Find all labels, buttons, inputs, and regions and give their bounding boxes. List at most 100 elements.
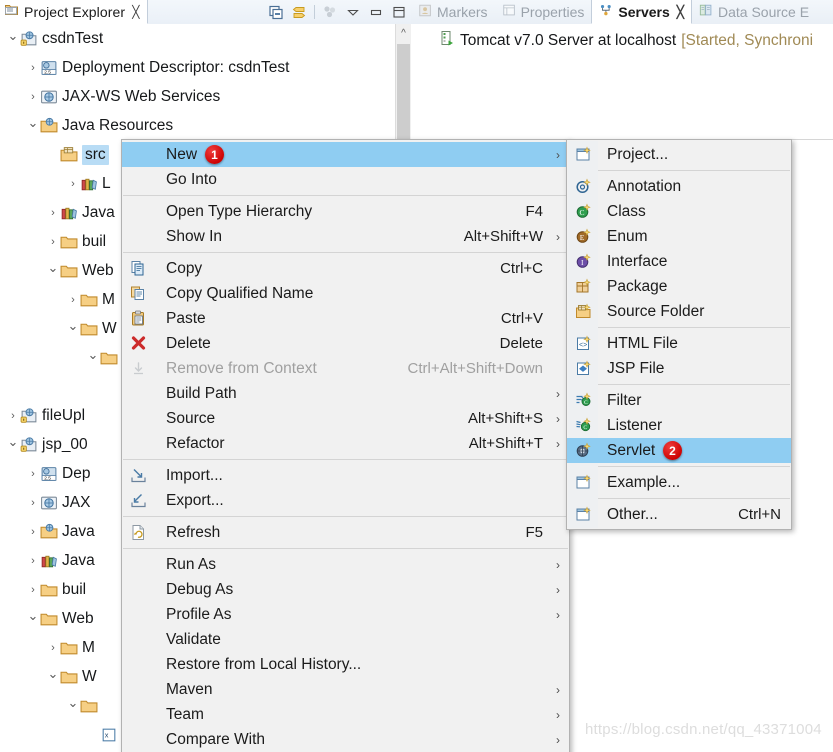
chevron-right-icon[interactable]: ›	[26, 497, 40, 509]
tab-data-source-e[interactable]: Data Source E	[692, 0, 816, 24]
tree-item-label: W	[82, 667, 97, 685]
tree-item-label: M	[102, 290, 115, 308]
menu-item-copy-qualified-name[interactable]: Copy Qualified Name	[122, 281, 569, 306]
toolbar-divider	[314, 5, 315, 19]
tab-markers[interactable]: Markers	[411, 0, 495, 24]
menu-item-refactor[interactable]: Refactor Alt+Shift+T ›	[122, 431, 569, 456]
menu-item-validate[interactable]: Validate	[122, 627, 569, 652]
tree-item[interactable]: ⌄ Java Resources	[0, 111, 396, 140]
menu-item-class[interactable]: C Class	[567, 199, 791, 224]
view-menu-icon[interactable]	[322, 4, 338, 20]
chevron-right-icon[interactable]: ›	[26, 584, 40, 596]
menu-item-project[interactable]: Project...	[567, 142, 791, 167]
menu-item-source[interactable]: Source Alt+Shift+S ›	[122, 406, 569, 431]
chevron-down-icon[interactable]: ⌄	[66, 318, 80, 334]
menu-item-interface[interactable]: I Interface	[567, 249, 791, 274]
maximize-icon[interactable]	[391, 4, 407, 20]
chevron-down-icon[interactable]: ⌄	[26, 115, 40, 131]
menu-item-compare-with[interactable]: Compare With ›	[122, 727, 569, 752]
menu-item-delete[interactable]: Delete Delete	[122, 331, 569, 356]
menu-item-debug-as[interactable]: Debug As ›	[122, 577, 569, 602]
chevron-right-icon[interactable]: ›	[66, 178, 80, 190]
tree-item[interactable]: › JAX-WS Web Services	[0, 82, 396, 111]
submenu-arrow-icon: ›	[556, 147, 560, 162]
menu-item-maven[interactable]: Maven ›	[122, 677, 569, 702]
menu-item-package[interactable]: Package	[567, 274, 791, 299]
chevron-right-icon[interactable]: ›	[46, 207, 60, 219]
chevron-down-icon[interactable]	[345, 4, 361, 20]
new-annotation-icon	[575, 178, 592, 195]
chevron-down-icon[interactable]: ⌄	[6, 28, 20, 44]
tree-item[interactable]: › 2.5 Deployment Descriptor: csdnTest	[0, 53, 396, 82]
menu-item-label: Go Into	[166, 170, 217, 188]
chevron-right-icon[interactable]: ›	[46, 236, 60, 248]
menu-item-export[interactable]: Export...	[122, 488, 569, 513]
menu-item-copy[interactable]: Copy Ctrl+C	[122, 256, 569, 281]
folder-icon	[40, 581, 58, 599]
java-web-project-icon	[20, 436, 38, 454]
menu-item-jsp-file[interactable]: JSP File	[567, 356, 791, 381]
menu-item-other[interactable]: Other... Ctrl+N	[567, 502, 791, 527]
folder-icon	[60, 262, 78, 280]
collapse-all-icon[interactable]	[268, 4, 284, 20]
menu-item-new[interactable]: New › 1	[122, 142, 569, 167]
menu-item-servlet[interactable]: Servlet 2	[567, 438, 791, 463]
tab-project-explorer[interactable]: Project Explorer ╳	[0, 0, 149, 24]
close-icon[interactable]: ╳	[132, 6, 139, 18]
menu-item-build-path[interactable]: Build Path ›	[122, 381, 569, 406]
chevron-right-icon[interactable]: ›	[26, 555, 40, 567]
menu-item-restore-from-local-history[interactable]: Restore from Local History...	[122, 652, 569, 677]
export-icon	[130, 492, 147, 509]
menu-item-html-file[interactable]: <> HTML File	[567, 331, 791, 356]
chevron-right-icon[interactable]: ›	[26, 526, 40, 538]
menu-item-label: Filter	[607, 391, 642, 409]
chevron-down-icon[interactable]: ⌄	[66, 695, 80, 711]
chevron-right-icon[interactable]: ›	[66, 294, 80, 306]
tree-item[interactable]: ⌄ csdnTest	[0, 24, 396, 53]
libraries-icon	[80, 175, 98, 193]
tree-item-label: Dep	[62, 464, 91, 482]
chevron-down-icon[interactable]: ⌄	[26, 608, 40, 624]
scroll-up-icon[interactable]: ^	[396, 26, 411, 42]
menu-item-team[interactable]: Team ›	[122, 702, 569, 727]
link-with-editor-icon[interactable]	[291, 4, 307, 20]
svg-text:2.5: 2.5	[44, 69, 51, 75]
close-icon[interactable]: ╳	[677, 6, 684, 18]
menu-separator	[123, 459, 568, 460]
menu-item-filter[interactable]: C Filter	[567, 388, 791, 413]
menu-item-example[interactable]: Example...	[567, 470, 791, 495]
chevron-right-icon[interactable]: ›	[26, 468, 40, 480]
menu-item-enum[interactable]: E Enum	[567, 224, 791, 249]
folder-icon	[60, 668, 78, 686]
new-servlet-icon	[575, 442, 592, 459]
tree-item-label: Java	[62, 522, 95, 540]
chevron-right-icon[interactable]: ›	[6, 410, 20, 422]
new-submenu[interactable]: Project... Annotation C Class E Enum I Interfac…	[566, 139, 792, 530]
menu-item-import[interactable]: Import...	[122, 463, 569, 488]
java-web-project-icon	[20, 407, 38, 425]
menu-item-listener[interactable]: C Listener	[567, 413, 791, 438]
chevron-down-icon[interactable]: ⌄	[86, 347, 100, 363]
minimize-icon[interactable]	[368, 4, 384, 20]
menu-item-paste[interactable]: Paste Ctrl+V	[122, 306, 569, 331]
menu-item-go-into[interactable]: Go Into	[122, 167, 569, 192]
chevron-right-icon[interactable]: ›	[26, 62, 40, 74]
chevron-down-icon[interactable]: ⌄	[46, 260, 60, 276]
chevron-right-icon[interactable]: ›	[26, 91, 40, 103]
menu-item-open-type-hierarchy[interactable]: Open Type Hierarchy F4	[122, 199, 569, 224]
menu-item-profile-as[interactable]: Profile As ›	[122, 602, 569, 627]
server-list-item[interactable]: Tomcat v7.0 Server at localhost [Started…	[411, 24, 833, 52]
chevron-down-icon[interactable]: ⌄	[6, 434, 20, 450]
menu-item-run-as[interactable]: Run As ›	[122, 552, 569, 577]
menu-item-refresh[interactable]: Refresh F5	[122, 520, 569, 545]
chevron-down-icon[interactable]: ⌄	[46, 666, 60, 682]
context-menu[interactable]: New › 1 Go Into Open Type Hierarchy F4 Show In…	[121, 139, 570, 752]
tab-servers[interactable]: Servers ╳	[591, 0, 692, 24]
chevron-right-icon[interactable]: ›	[46, 642, 60, 654]
menu-item-annotation[interactable]: Annotation	[567, 174, 791, 199]
tree-item-label: Web	[62, 609, 94, 627]
tab-properties[interactable]: Properties	[495, 0, 592, 24]
new-source-folder-icon	[575, 303, 592, 320]
menu-item-show-in[interactable]: Show In Alt+Shift+W ›	[122, 224, 569, 249]
menu-item-source-folder[interactable]: Source Folder	[567, 299, 791, 324]
